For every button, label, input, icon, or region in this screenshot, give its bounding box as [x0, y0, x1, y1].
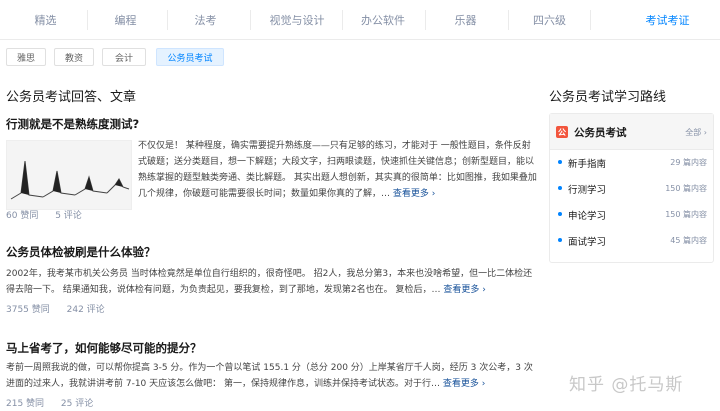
tab-divider: [590, 10, 591, 30]
chip-civil-service[interactable]: 公务员考试: [156, 48, 224, 66]
read-more-link[interactable]: 查看更多 ›: [443, 285, 485, 295]
tab-office-software[interactable]: 办公软件: [343, 0, 423, 40]
tab-programming[interactable]: 编程: [88, 0, 163, 40]
question-excerpt[interactable]: 不仅仅是！ 某种程度，确实需要提升熟练度——只有足够的练习，才能对于 一般性题目…: [138, 138, 538, 202]
bullet-dot-icon: [558, 238, 562, 242]
learning-path-item[interactable]: 新手指南 29 篇内容: [550, 152, 713, 174]
bullet-dot-icon: [558, 186, 562, 190]
sidebar-title: 公务员考试学习路线: [549, 90, 667, 105]
bullet-dot-icon: [558, 212, 562, 216]
read-more-link[interactable]: 查看更多 ›: [393, 189, 435, 199]
learning-path-label: 新手指南: [568, 159, 607, 170]
learning-path-header[interactable]: 公 公务员考试 全部 ›: [550, 114, 713, 150]
tab-divider: [508, 10, 509, 30]
question-title[interactable]: 公务员体检被刷是什么体验？: [6, 244, 538, 260]
tab-cet[interactable]: 四六级: [512, 0, 587, 40]
question-card: 马上省考了，如何能够尽可能的提分？ 考前一周照我说的做，可以帮你提高 3-5 分…: [6, 340, 538, 410]
chip-accounting[interactable]: 会计: [102, 48, 146, 66]
top-nav: 精选 编程 法考 视觉与设计 办公软件 乐器 四六级 考试考证: [0, 0, 720, 40]
learning-path-label: 面试学习: [568, 237, 607, 248]
tab-featured[interactable]: 精选: [8, 0, 83, 40]
question-title[interactable]: 马上省考了，如何能够尽可能的提分？: [6, 340, 538, 356]
learning-path-count: 29 篇内容: [670, 158, 707, 167]
tab-divider: [250, 10, 251, 30]
question-meta: 215 赞同 25 评论: [6, 396, 107, 409]
learning-path-label: 行测学习: [568, 185, 607, 196]
view-all-link[interactable]: 全部 ›: [685, 127, 707, 138]
learning-path-count: 150 篇内容: [665, 184, 707, 193]
chart-thumbnail-image: [10, 160, 130, 200]
question-thumbnail[interactable]: [6, 140, 132, 210]
likes-count[interactable]: 215 赞同: [6, 399, 44, 409]
learning-path-count: 150 篇内容: [665, 210, 707, 219]
topic-logo-icon: 公: [556, 126, 568, 138]
question-title[interactable]: 行测就是不是熟练度测试?: [6, 116, 538, 132]
learning-path-item[interactable]: 面试学习 45 篇内容: [550, 230, 713, 252]
learning-path-count: 45 篇内容: [670, 236, 707, 245]
read-more-link[interactable]: 查看更多 ›: [443, 379, 485, 389]
learning-path-item[interactable]: 行测学习 150 篇内容: [550, 178, 713, 200]
topic-name[interactable]: 公务员考试: [574, 125, 627, 140]
question-card: 行测就是不是熟练度测试? 不仅仅是！ 某种程度，确实需要提升熟练度——只有足够的…: [6, 116, 538, 222]
tab-visual-design[interactable]: 视觉与设计: [256, 0, 338, 40]
comments-count[interactable]: 25 评论: [61, 399, 93, 409]
question-card: 公务员体检被刷是什么体验？ 2002年，我考某市机关公务员 当时体检竟然是单位自…: [6, 244, 538, 316]
likes-count[interactable]: 3755 赞同: [6, 305, 50, 315]
section-title: 公务员考试回答、文章: [6, 90, 137, 105]
chip-teacher-cert[interactable]: 教资: [54, 48, 94, 66]
learning-path-item[interactable]: 申论学习 150 篇内容: [550, 204, 713, 226]
question-meta: 3755 赞同 242 评论: [6, 302, 119, 315]
question-meta: 60 赞同 5 评论: [6, 208, 96, 221]
learning-path-label: 申论学习: [568, 211, 607, 222]
tab-law-exam[interactable]: 法考: [168, 0, 243, 40]
tab-instruments[interactable]: 乐器: [428, 0, 503, 40]
bullet-dot-icon: [558, 160, 562, 164]
question-excerpt[interactable]: 考前一周照我说的做，可以帮你提高 3-5 分。作为一个曾以笔试 155.1 分（…: [6, 360, 538, 392]
tab-divider: [425, 10, 426, 30]
learning-path-card: 公 公务员考试 全部 › 新手指南 29 篇内容 行测学习 150 篇内容 申论…: [549, 113, 714, 263]
question-excerpt[interactable]: 2002年，我考某市机关公务员 当时体检竟然是单位自行组织的，很奇怪吧。 招2人…: [6, 266, 538, 298]
tab-exams-certs[interactable]: 考试考证: [625, 0, 710, 40]
likes-count[interactable]: 60 赞同: [6, 211, 38, 221]
comments-count[interactable]: 5 评论: [55, 211, 82, 221]
watermark: 知乎 @托马斯: [569, 375, 684, 395]
chip-ielts[interactable]: 雅思: [6, 48, 46, 66]
comments-count[interactable]: 242 评论: [67, 305, 105, 315]
